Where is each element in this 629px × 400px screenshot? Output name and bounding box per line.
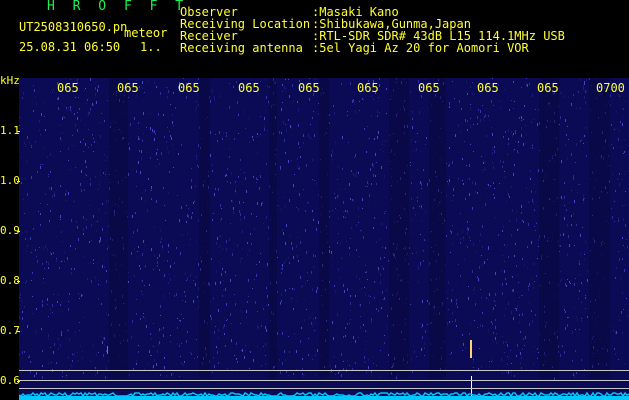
header-panel: H R O F F T UT2508310650.pn meteor 25.08… [0, 0, 629, 78]
frequency-tick-mark [17, 181, 20, 182]
spectrogram-canvas [19, 78, 629, 400]
time-tick-label: 065 [418, 81, 440, 95]
reference-line-middle [19, 380, 629, 381]
reference-line-lower [19, 388, 629, 389]
time-tick-label: 065 [477, 81, 499, 95]
mode-label: meteor [124, 26, 168, 40]
frequency-unit: kHz [0, 74, 20, 87]
time-tick-label: 0700 [596, 81, 625, 95]
frequency-tick-mark [17, 381, 20, 382]
antenna-value: :5el Yagi Az 20 for Aomori VOR [312, 41, 529, 55]
frequency-tick-mark [17, 131, 20, 132]
frequency-tick-mark [17, 231, 20, 232]
brand-title: H R O F F T [47, 0, 189, 14]
count-label: 1.. [140, 40, 162, 54]
time-tick-label: 065 [117, 81, 139, 95]
time-tick-label: 065 [357, 81, 379, 95]
time-tick-label: 065 [298, 81, 320, 95]
time-tick-label: 065 [178, 81, 200, 95]
date-time: 25.08.31 06:50 [19, 40, 121, 54]
time-tick-label: 065 [238, 81, 260, 95]
reference-line-upper [19, 370, 629, 371]
frequency-tick-mark [17, 281, 20, 282]
file-name: UT2508310650.pn [19, 20, 128, 34]
time-tick-label: 065 [537, 81, 559, 95]
antenna-label: Receiving antenna [180, 41, 303, 55]
time-tick-label: 065 [57, 81, 79, 95]
frequency-tick-mark [17, 331, 20, 332]
spectrogram-panel [19, 78, 629, 400]
